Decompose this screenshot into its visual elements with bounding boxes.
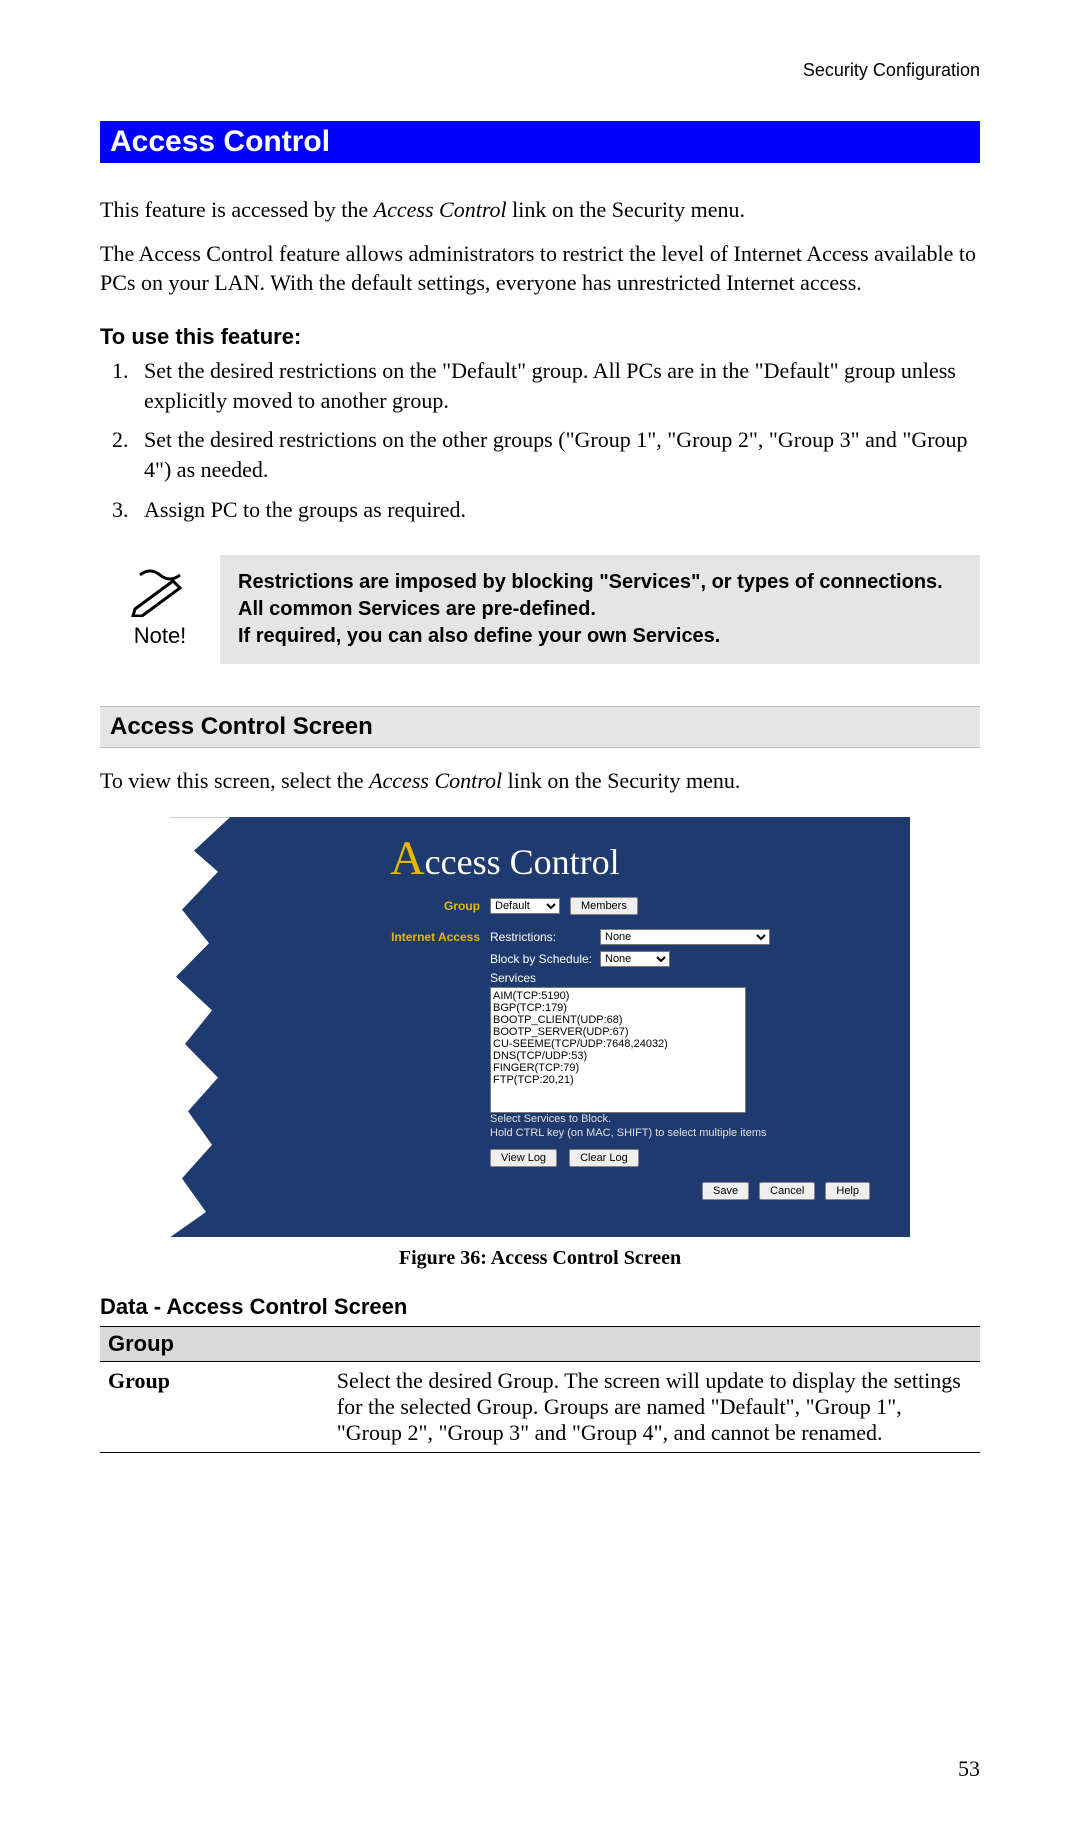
note-block: Note! Restrictions are imposed by blocki…: [100, 555, 980, 664]
table-header-group: Group: [100, 1327, 980, 1362]
use-feature-heading: To use this feature:: [100, 324, 980, 350]
screen-intro-em: Access Control: [369, 768, 502, 793]
service-item[interactable]: BGP(TCP:179): [493, 1002, 743, 1014]
screen-intro-prefix: To view this screen, select the: [100, 768, 369, 793]
screen-intro-suffix: link on the Security menu.: [502, 768, 740, 793]
schedule-select[interactable]: None: [600, 951, 670, 967]
title-letter-a: A: [390, 832, 425, 885]
note-label: Note!: [134, 623, 187, 649]
torn-edge-decoration: [170, 817, 230, 1237]
services-listbox[interactable]: AIM(TCP:5190) BGP(TCP:179) BOOTP_CLIENT(…: [490, 987, 746, 1113]
table-header-row: Group: [100, 1327, 980, 1362]
restrictions-select[interactable]: None: [600, 929, 770, 945]
title-rest: ccess Control: [425, 842, 620, 882]
group-select[interactable]: Default: [490, 898, 560, 914]
intro1-suffix: link on the Security menu.: [507, 197, 745, 222]
services-hint-2: Hold CTRL key (on MAC, SHIFT) to select …: [490, 1127, 767, 1141]
intro1-em: Access Control: [374, 197, 507, 222]
data-section-heading: Data - Access Control Screen: [100, 1294, 980, 1320]
note-text: Restrictions are imposed by blocking "Se…: [220, 555, 980, 664]
help-button[interactable]: Help: [825, 1182, 870, 1200]
service-item[interactable]: FTP(TCP:20,21): [493, 1074, 743, 1086]
intro1-prefix: This feature is accessed by the: [100, 197, 374, 222]
clear-log-button[interactable]: Clear Log: [569, 1149, 639, 1167]
service-item[interactable]: DNS(TCP/UDP:53): [493, 1050, 743, 1062]
note-icon: [130, 569, 190, 623]
steps-list: Set the desired restrictions on the "Def…: [100, 356, 980, 524]
screen-heading: Access Control Screen: [100, 706, 980, 748]
intro-paragraph-2: The Access Control feature allows admini…: [100, 239, 980, 298]
figure-caption: Figure 36: Access Control Screen: [100, 1247, 980, 1270]
service-item[interactable]: BOOTP_SERVER(UDP:67): [493, 1026, 743, 1038]
step-1: Set the desired restrictions on the "Def…: [134, 356, 980, 415]
screen-intro: To view this screen, select the Access C…: [100, 766, 980, 796]
service-item[interactable]: BOOTP_CLIENT(UDP:68): [493, 1014, 743, 1026]
table-row-label: Group: [100, 1362, 329, 1453]
label-internet-access: Internet Access: [350, 930, 480, 944]
service-item[interactable]: AIM(TCP:5190): [493, 990, 743, 1002]
step-3: Assign PC to the groups as required.: [134, 495, 980, 525]
screenshot-container: Access Control Group Default Members Int…: [100, 817, 980, 1237]
service-item[interactable]: CU-SEEME(TCP/UDP:7648,24032): [493, 1038, 743, 1050]
label-group: Group: [350, 899, 480, 913]
note-icon-cell: Note!: [100, 555, 220, 664]
screenshot-title: Access Control: [390, 831, 620, 886]
label-services: Services: [490, 971, 536, 985]
page: Security Configuration Access Control Th…: [0, 0, 1080, 1822]
data-table: Group Group Select the desired Group. Th…: [100, 1326, 980, 1453]
label-block-schedule: Block by Schedule:: [490, 952, 600, 966]
section-title: Access Control: [100, 121, 980, 163]
cancel-button[interactable]: Cancel: [759, 1182, 815, 1200]
page-header-right: Security Configuration: [100, 60, 980, 81]
save-button[interactable]: Save: [702, 1182, 749, 1200]
service-item[interactable]: FINGER(TCP:79): [493, 1062, 743, 1074]
table-row: Group Select the desired Group. The scre…: [100, 1362, 980, 1453]
label-restrictions: Restrictions:: [490, 930, 600, 944]
services-hint-1: Select Services to Block.: [490, 1113, 767, 1127]
table-row-text: Select the desired Group. The screen wil…: [329, 1362, 980, 1453]
step-2: Set the desired restrictions on the othe…: [134, 425, 980, 484]
access-control-screenshot: Access Control Group Default Members Int…: [170, 817, 910, 1237]
view-log-button[interactable]: View Log: [490, 1149, 557, 1167]
members-button[interactable]: Members: [570, 897, 638, 915]
intro-paragraph-1: This feature is accessed by the Access C…: [100, 195, 980, 225]
page-number: 53: [958, 1756, 980, 1782]
